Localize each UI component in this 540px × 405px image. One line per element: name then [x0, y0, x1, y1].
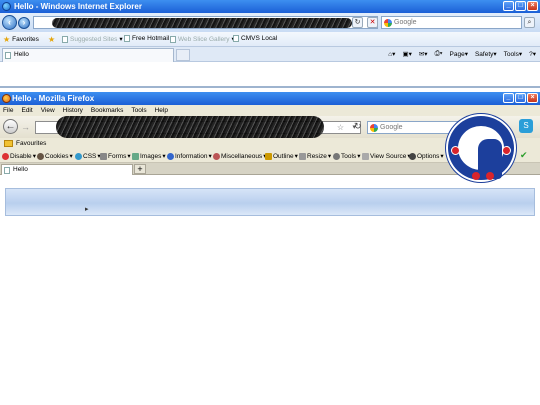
fav-label: Suggested Sites [70, 35, 118, 43]
redacted-url-scribble [56, 116, 324, 138]
ff-tab-hello[interactable]: Hello [1, 164, 133, 175]
dev-resize-menu[interactable]: Resize ▾ [299, 152, 331, 160]
dev-information-menu[interactable]: Information ▾ [167, 152, 212, 160]
safety-menu[interactable]: Safety▾ [475, 50, 497, 58]
checkmark-icon: ✔ [520, 150, 528, 160]
google-icon [370, 124, 378, 132]
chelsea-crest-logo [446, 114, 516, 182]
ie-logo-icon [2, 2, 11, 11]
ie-new-tab-button[interactable] [176, 49, 190, 61]
page-icon [233, 35, 239, 42]
dev-forms-menu[interactable]: Forms ▾ [100, 152, 131, 160]
dev-view-source-menu[interactable]: View Source▾ [362, 152, 411, 160]
ie-title-bar: Hello - Windows Internet Explorer _ □ × [0, 0, 540, 13]
home-icon[interactable]: ⌂▾ [388, 50, 395, 58]
add-favorite-icon[interactable]: ★ [48, 35, 55, 44]
ie-tab-label: Hello [14, 51, 29, 58]
refresh-icon[interactable]: ↻ [352, 17, 363, 28]
menu-edit[interactable]: Edit [21, 105, 32, 116]
dev-miscellaneous-menu[interactable]: Miscellaneous▾ [213, 152, 266, 160]
star-icon: ★ [3, 35, 11, 44]
dev-disable-menu[interactable]: Disable ▾ [2, 152, 36, 160]
page-icon [124, 35, 130, 42]
tools-menu[interactable]: Tools▾ [504, 50, 522, 58]
ff-menu-bar: File Edit View History Bookmarks Tools H… [0, 105, 540, 116]
help-icon[interactable]: ?▾ [529, 50, 536, 58]
ff-new-tab-button[interactable]: + [134, 164, 146, 174]
ff-address-input[interactable]: ☆ ▾ [35, 116, 361, 138]
reload-icon[interactable]: ↻ [354, 121, 362, 132]
fav-label: Free Hotmail [132, 35, 170, 42]
page-icon [170, 35, 176, 43]
ie-address-input[interactable] [33, 16, 378, 29]
favourites-bookmark[interactable]: Favourites [16, 140, 46, 147]
bookmark-star-icon[interactable]: ☆ [337, 123, 344, 132]
stop-icon[interactable]: ✕ [367, 17, 378, 28]
maximize-button[interactable]: □ [515, 93, 526, 103]
fav-item-free-hotmail[interactable]: Free Hotmail [124, 35, 169, 42]
ie-address-bar-row: ‹ › ↻ ✕ Google ⌕ [0, 13, 540, 32]
dev-options-menu[interactable]: Options ▾ [409, 152, 444, 160]
feeds-icon[interactable]: ▣▾ [402, 50, 411, 58]
print-icon[interactable]: ⎙▾ [435, 50, 443, 58]
dev-tools-menu[interactable]: Tools ▾ [333, 152, 360, 160]
menu-file[interactable]: File [3, 105, 13, 116]
close-button[interactable]: × [527, 1, 538, 11]
football-icon [472, 172, 480, 180]
fav-item-cmvs-local[interactable]: CMVS Local [233, 35, 277, 42]
menu-help[interactable]: Help [155, 105, 168, 116]
firefox-window: Hello - Mozilla Firefox _ □ × File Edit … [0, 92, 540, 405]
dev-css-menu[interactable]: CSS ▾ [75, 152, 101, 160]
search-icon[interactable]: ⌕ [524, 17, 535, 28]
ff-tab-label: Hello [13, 166, 28, 173]
folder-icon [4, 140, 13, 147]
ie-search-placeholder: Google [394, 19, 417, 26]
rose-left-icon [451, 146, 460, 155]
forward-button[interactable]: › [18, 17, 30, 29]
menu-history[interactable]: History [63, 105, 83, 116]
dev-cookies-menu[interactable]: Cookies ▾ [37, 152, 73, 160]
ie-window-title: Hello - Windows Internet Explorer [14, 2, 142, 11]
page-icon [5, 52, 11, 59]
page-menu[interactable]: Page▾ [450, 50, 468, 58]
dev-outline-menu[interactable]: Outline ▾ [265, 152, 298, 160]
ff-page-content: ▸ [0, 175, 540, 395]
menu-view[interactable]: View [41, 105, 55, 116]
football-icon [486, 172, 494, 180]
page-icon [62, 35, 68, 43]
favorites-label: Favorites [12, 36, 39, 43]
fav-item-web-slice-gallery[interactable]: Web Slice Gallery▾ [170, 35, 235, 43]
favorites-button[interactable]: ★ Favorites [3, 35, 39, 44]
maximize-button[interactable]: □ [515, 1, 526, 11]
firefox-logo-icon [2, 94, 11, 103]
ff-window-title: Hello - Mozilla Firefox [12, 94, 95, 103]
ie-tab-hello[interactable]: Hello [2, 48, 174, 62]
mail-icon[interactable]: ✉▾ [419, 50, 428, 58]
rose-right-icon [502, 146, 511, 155]
mouse-cursor-icon: ▸ [85, 206, 89, 213]
ie-search-input[interactable]: Google [381, 16, 522, 29]
ie-window: Hello - Windows Internet Explorer _ □ × … [0, 0, 540, 92]
page-icon [4, 167, 10, 174]
fav-label: Web Slice Gallery [178, 35, 230, 43]
back-button[interactable]: ‹ [2, 15, 17, 30]
menu-bookmarks[interactable]: Bookmarks [91, 105, 124, 116]
ie-tab-row: Hello ⌂▾ ▣▾ ✉▾ ⎙▾ Page▾ Safety▾ Tools▾ ?… [0, 47, 540, 62]
ff-title-bar: Hello - Mozilla Firefox _ □ × [0, 92, 540, 105]
skype-icon[interactable]: S [519, 119, 533, 133]
ff-forward-button[interactable]: → [21, 122, 30, 132]
minimize-button[interactable]: _ [503, 1, 514, 11]
ie-page-content [0, 62, 540, 88]
dev-images-menu[interactable]: Images ▾ [132, 152, 166, 160]
ie-favorites-bar: ★ Favorites ★ Suggested Sites ▾ Free Hotm… [0, 32, 540, 47]
minimize-button[interactable]: _ [503, 93, 514, 103]
fav-item-suggested-sites[interactable]: Suggested Sites ▾ [62, 35, 123, 43]
ff-search-placeholder: Google [380, 124, 403, 131]
close-button[interactable]: × [527, 93, 538, 103]
menu-tools[interactable]: Tools [131, 105, 146, 116]
fav-label: CMVS Local [241, 35, 278, 42]
redacted-url-scribble [52, 18, 352, 28]
google-icon [384, 19, 392, 27]
ff-back-button[interactable]: ← [3, 119, 18, 134]
